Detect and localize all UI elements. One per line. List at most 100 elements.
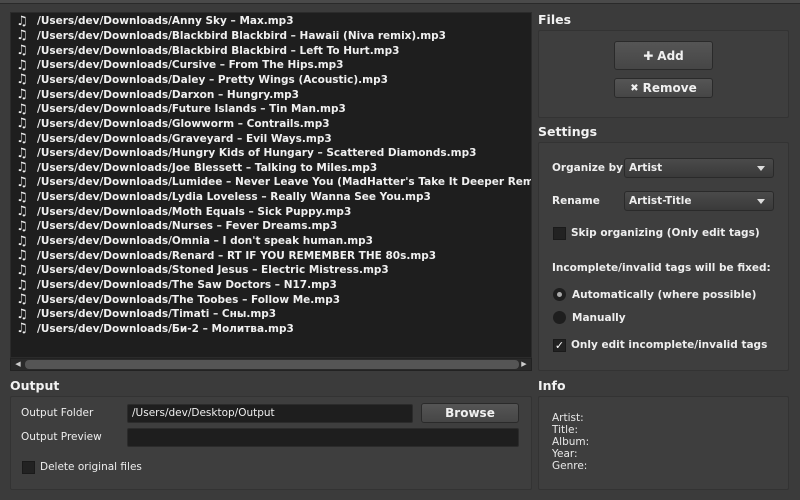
file-path: /Users/dev/Downloads/Moth Equals – Sick …: [37, 205, 352, 218]
music-note-icon: ♫: [16, 218, 28, 234]
music-note-icon: ♫: [16, 145, 28, 161]
file-path: /Users/dev/Downloads/Future Islands – Ti…: [37, 103, 346, 116]
rename-select[interactable]: Artist-Title: [624, 191, 774, 211]
output-folder-input[interactable]: /Users/dev/Desktop/Output: [127, 404, 413, 423]
info-field-label: Album:: [552, 436, 590, 448]
fix-label: Incomplete/invalid tags will be fixed:: [552, 262, 771, 274]
file-path: /Users/dev/Downloads/Graveyard – Evil Wa…: [37, 132, 332, 145]
file-list-item[interactable]: ♫ /Users/dev/Downloads/Blackbird Blackbir…: [11, 43, 399, 58]
file-path: /Users/dev/Downloads/Blackbird Blackbird…: [37, 44, 400, 57]
file-path: /Users/dev/Downloads/Stoned Jesus – Elec…: [37, 264, 389, 277]
file-path: /Users/dev/Downloads/Renard – RT IF YOU …: [37, 249, 437, 262]
file-list-item[interactable]: ♫ /Users/dev/Downloads/The Toobes – Follo…: [11, 292, 340, 307]
file-list-item[interactable]: ♫ /Users/dev/Downloads/Moth Equals – Sick…: [11, 204, 351, 219]
music-note-icon: ♫: [16, 306, 28, 322]
info-field-label: Title:: [552, 424, 579, 436]
music-note-icon: ♫: [16, 189, 28, 205]
music-note-icon: ♫: [16, 321, 28, 337]
music-note-icon: ♫: [16, 43, 28, 59]
music-note-icon: ♫: [16, 87, 28, 103]
file-list-item[interactable]: ♫ /Users/dev/Downloads/Hungry Kids of Hun…: [11, 146, 476, 161]
file-list-item[interactable]: ♫ /Users/dev/Downloads/Cursive – From The…: [11, 58, 343, 73]
info-title: Info: [538, 378, 566, 393]
music-note-icon: ♫: [16, 174, 28, 190]
plus-icon: ✚: [643, 48, 654, 63]
file-list-item[interactable]: ♫ /Users/dev/Downloads/Би-2 – Молитва.mp3: [11, 321, 294, 337]
file-path: /Users/dev/Downloads/Cursive – From The …: [37, 59, 344, 72]
file-path: /Users/dev/Downloads/Nurses – Fever Drea…: [37, 220, 338, 233]
dropdown-arrow-icon: [757, 199, 765, 204]
file-path: /Users/dev/Downloads/Darxon – Hungry.mp3: [37, 88, 299, 101]
file-list-item[interactable]: ♫ /Users/dev/Downloads/Timati – Сны.mp3: [11, 307, 276, 322]
file-path: /Users/dev/Downloads/Anny Sky – Max.mp3: [37, 15, 294, 28]
output-preview-field: [127, 428, 519, 447]
music-note-icon: ♫: [16, 101, 28, 117]
auto-radio[interactable]: [553, 288, 566, 301]
music-note-icon: ♫: [16, 28, 28, 44]
info-field-label: Genre:: [552, 460, 588, 472]
file-list-item[interactable]: ♫ /Users/dev/Downloads/Nurses – Fever Dre…: [11, 219, 337, 234]
window-top-edge: [0, 0, 800, 4]
file-list-item[interactable]: ♫ /Users/dev/Downloads/Renard – RT IF YOU…: [11, 248, 436, 263]
only-edit-checkbox[interactable]: ✓: [553, 339, 566, 352]
delete-original-checkbox[interactable]: [22, 461, 35, 474]
music-note-icon: ♫: [16, 233, 28, 249]
horizontal-scrollbar[interactable]: ◀ ▶: [10, 358, 532, 371]
files-title: Files: [538, 12, 572, 27]
scroll-thumb[interactable]: [25, 360, 519, 369]
rename-label: Rename: [552, 195, 600, 207]
output-title: Output: [10, 378, 60, 393]
info-fields: Artist: Title: Album: Year: Genre:: [552, 412, 589, 472]
file-list-item[interactable]: ♫ /Users/dev/Downloads/Anny Sky – Max.mp3: [11, 14, 294, 29]
organize-by-select[interactable]: Artist: [624, 158, 774, 178]
output-folder-label: Output Folder: [21, 407, 94, 419]
file-list-item[interactable]: ♫ /Users/dev/Downloads/Darxon – Hungry.mp…: [11, 87, 299, 102]
music-note-icon: ♫: [16, 131, 28, 147]
file-path: /Users/dev/Downloads/Lumidee – Never Lea…: [37, 176, 532, 189]
music-note-icon: ♫: [16, 262, 28, 278]
file-path: /Users/dev/Downloads/The Toobes – Follow…: [37, 293, 341, 306]
file-list-item[interactable]: ♫ /Users/dev/Downloads/Omnia – I don't sp…: [11, 234, 373, 249]
file-path: /Users/dev/Downloads/Hungry Kids of Hung…: [37, 147, 477, 160]
add-button[interactable]: ✚ Add: [614, 41, 713, 70]
file-list-item[interactable]: ♫ /Users/dev/Downloads/Future Islands – T…: [11, 102, 346, 117]
scroll-right-icon[interactable]: ▶: [518, 359, 530, 370]
file-list-item[interactable]: ♫ /Users/dev/Downloads/Joe Blessett – Tal…: [11, 160, 377, 176]
file-list-item[interactable]: ♫ /Users/dev/Downloads/Stoned Jesus – Ele…: [11, 263, 389, 278]
info-field-label: Artist:: [552, 412, 584, 424]
remove-button[interactable]: ✖ Remove: [614, 78, 713, 98]
scroll-left-icon[interactable]: ◀: [12, 359, 24, 370]
file-list[interactable]: ♫ /Users/dev/Downloads/Anny Sky – Max.mp3…: [10, 12, 532, 358]
file-path: /Users/dev/Downloads/The Saw Doctors – N…: [37, 279, 337, 291]
file-path: /Users/dev/Downloads/Glowworm – Contrail…: [37, 117, 330, 130]
file-list-item[interactable]: ♫ /Users/dev/Downloads/Lydia Loveless – R…: [11, 190, 431, 205]
file-list-item[interactable]: ♫ /Users/dev/Downloads/The Saw Doctors – …: [11, 278, 337, 293]
file-path: /Users/dev/Downloads/Би-2 – Молитва.mp3: [37, 322, 294, 335]
file-path: /Users/dev/Downloads/Omnia – I don't spe…: [37, 235, 373, 248]
file-list-item[interactable]: ♫ /Users/dev/Downloads/Lumidee – Never Le…: [11, 174, 532, 190]
file-path: /Users/dev/Downloads/Timati – Сны.mp3: [37, 308, 277, 321]
file-path: /Users/dev/Downloads/Lydia Loveless – Re…: [37, 191, 431, 204]
file-list-item[interactable]: ♫ /Users/dev/Downloads/Graveyard – Evil W…: [11, 131, 332, 147]
settings-title: Settings: [538, 124, 598, 139]
manual-radio[interactable]: [553, 311, 566, 324]
output-preview-label: Output Preview: [21, 431, 102, 443]
info-field-label: Year:: [552, 448, 578, 460]
file-list-item[interactable]: ♫ /Users/dev/Downloads/Glowworm – Contrai…: [11, 116, 330, 131]
music-note-icon: ♫: [16, 292, 28, 308]
skip-organizing-checkbox[interactable]: [553, 227, 566, 240]
delete-original-label: Delete original files: [40, 461, 142, 473]
dropdown-arrow-icon: [757, 166, 765, 171]
file-list-item[interactable]: ♫ /Users/dev/Downloads/Daley – Pretty Win…: [11, 72, 388, 88]
music-note-icon: ♫: [16, 57, 28, 73]
file-path: /Users/dev/Downloads/Daley – Pretty Wing…: [37, 73, 388, 86]
music-note-icon: ♫: [16, 72, 28, 88]
manual-label: Manually: [572, 312, 626, 324]
checkmark-icon: ✓: [554, 339, 565, 352]
file-list-item[interactable]: ♫ /Users/dev/Downloads/Blackbird Blackbir…: [11, 28, 446, 44]
music-note-icon: ♫: [16, 277, 28, 293]
only-edit-label: Only edit incomplete/invalid tags: [571, 339, 768, 351]
browse-button[interactable]: Browse: [421, 403, 519, 423]
music-note-icon: ♫: [16, 160, 28, 176]
auto-label: Automatically (where possible): [572, 289, 757, 301]
